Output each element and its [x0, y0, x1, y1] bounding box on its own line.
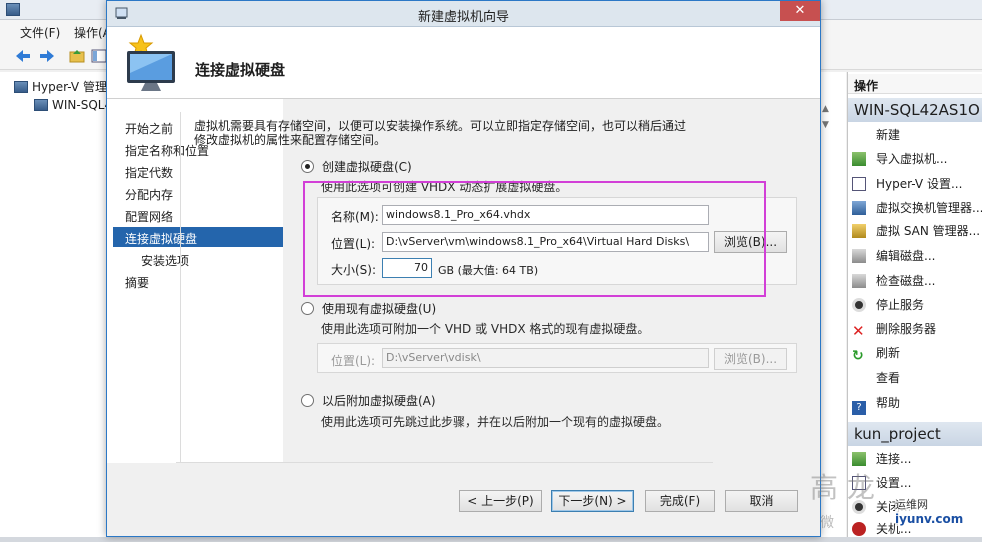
step-generation[interactable]: 指定代数	[113, 161, 283, 181]
action-virtual-switch-manager[interactable]: 虚拟交换机管理器...	[852, 199, 982, 221]
dialog-title: 新建虚拟机向导	[417, 10, 509, 25]
back-icon[interactable]	[14, 47, 32, 65]
view-icon	[852, 371, 866, 385]
action-remove-server[interactable]: ✕ 删除服务器	[852, 320, 982, 342]
watermark-brand: 高 龙	[810, 471, 875, 504]
step-connect-vhd[interactable]: 连接虚拟硬盘	[113, 227, 283, 247]
action-stop-service[interactable]: 停止服务	[852, 296, 982, 318]
footer-divider	[176, 462, 713, 463]
action-hyperv-settings[interactable]: Hyper-V 设置...	[852, 175, 982, 197]
cancel-button[interactable]: 取消	[725, 490, 798, 512]
tree-item-hyperv-manager[interactable]: Hyper-V 管理器	[14, 78, 119, 95]
action-refresh[interactable]: ↻ 刷新	[852, 344, 982, 366]
close-button[interactable]: ✕	[780, 1, 820, 21]
action-edit-disk[interactable]: 编辑磁盘...	[852, 247, 982, 269]
switch-icon	[852, 201, 866, 215]
inspect-disk-icon	[852, 274, 866, 288]
import-icon	[852, 152, 866, 166]
existing-browse-button[interactable]: 浏览(B)...	[714, 348, 787, 370]
finish-button[interactable]: 完成(F)	[645, 490, 715, 512]
action-import-vm[interactable]: 导入虚拟机...	[852, 150, 982, 172]
connect-icon	[852, 452, 866, 466]
delete-icon: ✕	[852, 322, 865, 340]
chevron-up-icon[interactable]: ▲	[822, 104, 832, 114]
step-install-options[interactable]: 安装选项	[113, 249, 283, 269]
existing-vhd-hint: 使用此选项可附加一个 VHD 或 VHDX 格式的现有虚拟硬盘。	[321, 322, 650, 336]
radio-indicator	[301, 394, 314, 407]
monitor-icon	[127, 33, 175, 91]
chevron-down-icon[interactable]: ▼	[822, 120, 832, 130]
radio-selected-indicator	[301, 160, 314, 173]
new-icon	[852, 128, 866, 142]
help-icon: ?	[852, 401, 866, 415]
san-icon	[852, 224, 866, 238]
step-summary[interactable]: 摘要	[113, 271, 283, 291]
navigation-tree: Hyper-V 管理器 WIN-SQL42AS1O	[0, 72, 153, 537]
actions-header: 操作	[848, 74, 982, 94]
annotation-highlight-box	[303, 181, 766, 297]
settings-icon	[852, 177, 866, 191]
dialog-titlebar: 新建虚拟机向导 ✕	[107, 1, 820, 27]
power-icon	[852, 522, 866, 536]
action-new[interactable]: 新建	[852, 126, 982, 148]
action-inspect-disk[interactable]: 检查磁盘...	[852, 272, 982, 294]
existing-location-input[interactable]: D:\vServer\vdisk\	[382, 348, 709, 368]
radio-indicator	[301, 302, 314, 315]
attach-later-hint: 使用此选项可先跳过此步骤，并在以后附加一个现有的虚拟硬盘。	[321, 415, 670, 429]
page-title: 连接虚拟硬盘	[195, 61, 286, 79]
edit-disk-icon	[852, 249, 866, 263]
previous-button[interactable]: < 上一步(P)	[459, 490, 542, 512]
actions-group-vm[interactable]: kun_project	[848, 422, 982, 446]
forward-icon[interactable]	[38, 47, 56, 65]
radio-create-vhd[interactable]: 创建虚拟硬盘(C)	[301, 158, 412, 175]
existing-location-label: 位置(L):	[331, 354, 376, 368]
content-divider	[180, 112, 181, 462]
app-icon	[6, 3, 20, 16]
watermark-site-name: 运维网	[895, 496, 928, 512]
wizard-steps-nav: 开始之前 指定名称和位置 指定代数 分配内存 配置网络 连接虚拟硬盘 安装选项 …	[107, 99, 283, 463]
radio-attach-later[interactable]: 以后附加虚拟硬盘(A)	[301, 392, 436, 409]
folder-up-icon[interactable]	[68, 47, 86, 65]
wizard-header: 连接虚拟硬盘	[107, 27, 820, 99]
refresh-icon: ↻	[852, 348, 864, 364]
step-memory[interactable]: 分配内存	[113, 183, 283, 203]
next-button[interactable]: 下一步(N) >	[551, 490, 634, 512]
menu-file[interactable]: 文件(F)	[20, 24, 60, 41]
stop-icon	[852, 298, 866, 312]
action-virtual-san-manager[interactable]: 虚拟 SAN 管理器...	[852, 222, 982, 244]
page-description: 虚拟机需要具有存储空间，以便可以安装操作系统。可以立即指定存储空间，也可以稍后通…	[194, 119, 687, 147]
actions-group-server[interactable]: WIN-SQL42AS1O	[848, 98, 982, 122]
watermark-site-url: iyunv.com	[895, 512, 964, 526]
watermark-left-text: 微	[820, 515, 834, 531]
step-networking[interactable]: 配置网络	[113, 205, 283, 225]
action-view[interactable]: 查看	[852, 369, 982, 391]
server-icon	[14, 81, 28, 93]
server-icon	[34, 99, 48, 111]
radio-use-existing-vhd[interactable]: 使用现有虚拟硬盘(U)	[301, 300, 436, 317]
action-help[interactable]: ? 帮助	[852, 394, 982, 416]
